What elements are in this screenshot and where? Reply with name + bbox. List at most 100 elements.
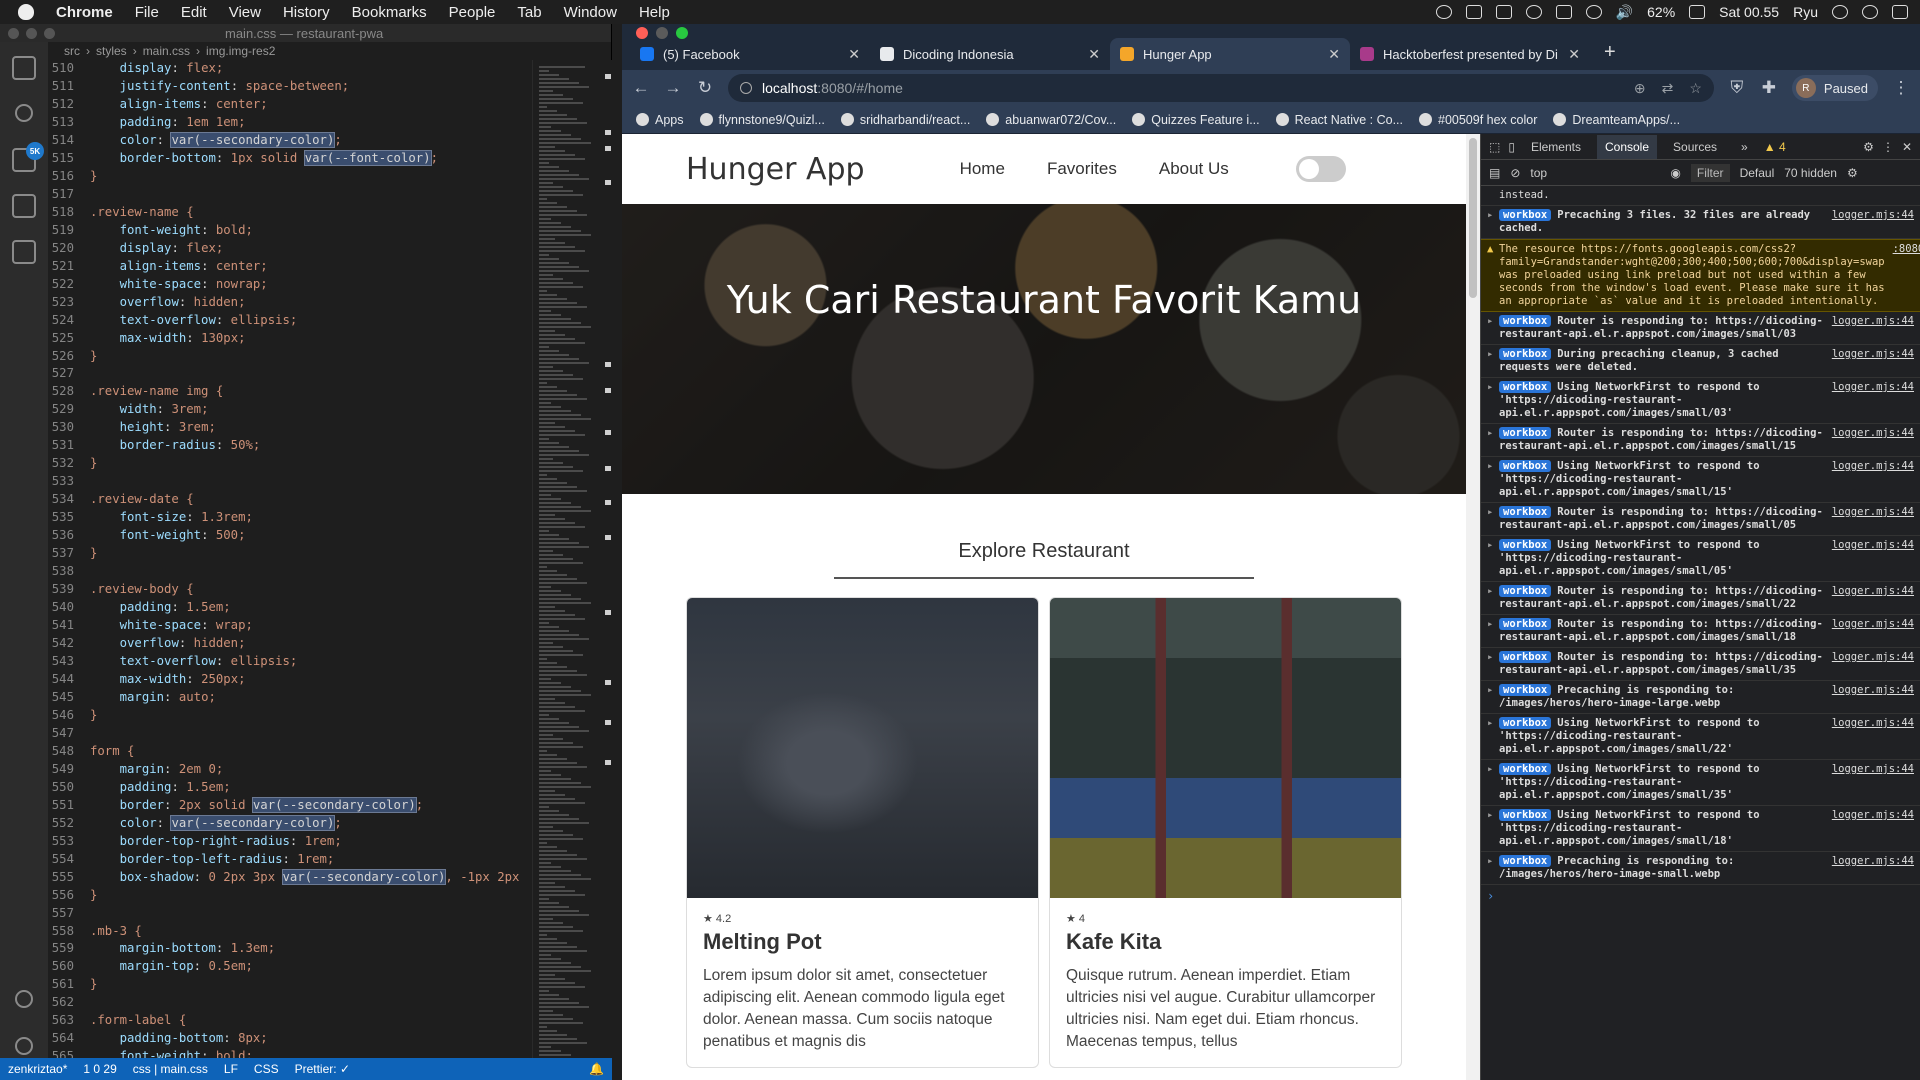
menu-people[interactable]: People [449,4,496,21]
source-link[interactable]: logger.mjs:44 [1832,618,1914,644]
battery-percent[interactable]: 62% [1647,4,1675,20]
user-name[interactable]: Ryu [1793,4,1818,20]
code-line[interactable]: 535 font-size: 1.3rem; [48,509,532,527]
address-bar[interactable]: localhost:8080/#/home ⊕ ⇄ ☆ [728,74,1714,102]
console-message[interactable]: ▸ workbox Using NetworkFirst to respond to… [1481,457,1920,503]
expand-triangle-icon[interactable]: ▸ [1487,381,1499,420]
console-message[interactable]: ▸ workbox Using NetworkFirst to respond to… [1481,378,1920,424]
theme-toggle[interactable] [1296,156,1346,182]
source-link[interactable]: logger.mjs:44 [1832,763,1914,802]
keyboard-icon[interactable] [1555,5,1572,19]
code-line[interactable]: 513 padding: 1em 1em; [48,114,532,132]
tab-sources[interactable]: Sources [1665,135,1725,159]
code-line[interactable]: 558 .mb-3 { [48,923,532,941]
console-message[interactable]: instead. [1481,186,1920,206]
console-message[interactable]: ▸ workbox Router is responding to: https:/… [1481,424,1920,457]
source-link[interactable]: logger.mjs:44 [1832,460,1914,499]
close-tab-icon[interactable]: ✕ [1328,46,1340,63]
bookmark-item[interactable]: sridharbandi/react... [840,113,970,127]
console-message[interactable]: ▸ workbox Precaching is responding to: /im… [1481,852,1920,885]
source-link[interactable]: logger.mjs:44 [1832,348,1914,374]
code-line[interactable]: 519 font-weight: bold; [48,222,532,240]
code-line[interactable]: 562 [48,994,532,1012]
shield-extension-icon[interactable]: ⛨ [1728,78,1746,98]
restaurant-card[interactable]: ★ 4 Kafe Kita Quisque rutrum. Aenean imp… [1049,597,1402,1068]
extensions-icon[interactable] [12,240,36,264]
sidebar-toggle-icon[interactable]: ▤ [1489,166,1500,180]
eol-indicator[interactable]: LF [224,1062,238,1076]
menu-app-name[interactable]: Chrome [56,4,113,21]
expand-triangle-icon[interactable]: ▸ [1487,348,1499,374]
bookmark-item[interactable]: #00509f hex color [1419,113,1537,127]
warning-count[interactable]: ▲ 4 [1764,140,1786,154]
code-line[interactable]: 547 [48,725,532,743]
code-line[interactable]: 531 border-radius: 50%; [48,437,532,455]
siri-icon[interactable] [1862,5,1878,19]
page-scrollbar[interactable] [1466,134,1480,1080]
code-line[interactable]: 550 padding: 1.5em; [48,779,532,797]
site-info-icon[interactable] [740,82,752,94]
close-tab-icon[interactable]: ✕ [848,46,860,63]
bookmark-star-icon[interactable]: ☆ [1689,80,1702,97]
settings-gear-icon[interactable]: ⚙ [1847,166,1858,180]
close-icon[interactable]: ✕ [1902,140,1912,154]
console-message[interactable]: ▸ workbox Router is responding to: https:/… [1481,503,1920,536]
menu-help[interactable]: Help [639,4,670,21]
breadcrumb-item[interactable]: styles [96,44,127,58]
profile-button[interactable]: R Paused [1791,75,1878,101]
code-line[interactable]: 554 border-top-left-radius: 1rem; [48,851,532,869]
code-line[interactable]: 561} [48,976,532,994]
account-icon[interactable] [15,990,33,1008]
source-link[interactable]: logger.mjs:44 [1832,585,1914,611]
menu-file[interactable]: File [135,4,159,21]
log-level-select[interactable]: Defaul [1740,166,1775,180]
console-output[interactable]: instead. ▸ workbox Precaching 3 files. 32 f… [1481,186,1920,1080]
bookmark-item[interactable]: abuanwar072/Cov... [986,113,1116,127]
code-line[interactable]: 546} [48,707,532,725]
menu-edit[interactable]: Edit [181,4,207,21]
source-link[interactable]: logger.mjs:44 [1832,717,1914,756]
menu-view[interactable]: View [229,4,261,21]
menu-window[interactable]: Window [564,4,617,21]
control-center-icon[interactable] [1892,5,1908,19]
source-link[interactable]: logger.mjs:44 [1832,381,1914,420]
menu-history[interactable]: History [283,4,330,21]
forward-icon[interactable]: → [664,78,682,98]
code-line[interactable]: 543 text-overflow: ellipsis; [48,653,532,671]
breadcrumb-item[interactable]: main.css [143,44,190,58]
code-line[interactable]: 537} [48,545,532,563]
wifi-icon[interactable] [1435,5,1452,19]
source-link[interactable]: logger.mjs:44 [1832,539,1914,578]
source-link[interactable]: logger.mjs:44 [1832,684,1914,710]
translate-icon[interactable]: ⇄ [1662,80,1674,97]
console-message[interactable]: ▸ workbox Using NetworkFirst to respond to… [1481,806,1920,852]
bookmark-item[interactable]: Quizzes Feature i... [1132,113,1260,127]
expand-triangle-icon[interactable]: ▸ [1487,717,1499,756]
brand-logo[interactable]: Hunger App [686,152,865,187]
nav-home[interactable]: Home [960,159,1005,179]
search-icon[interactable] [15,104,33,122]
expand-triangle-icon[interactable] [1487,189,1499,202]
nav-favorites[interactable]: Favorites [1047,159,1117,179]
code-line[interactable]: 518 .review-name { [48,204,532,222]
bookmark-item[interactable]: DreamteamApps/... [1553,113,1680,127]
code-line[interactable]: 530 height: 3rem; [48,419,532,437]
spotlight-icon[interactable] [1832,5,1848,19]
expand-triangle-icon[interactable]: ▸ [1487,427,1499,453]
code-line[interactable]: 565 font-weight: bold; [48,1048,532,1058]
tab-console[interactable]: Console [1596,134,1658,159]
console-message[interactable]: ▸ workbox Precaching is responding to: /im… [1481,681,1920,714]
extensions-puzzle-icon[interactable]: ✚ [1760,78,1778,98]
bookmark-item[interactable]: flynnstone9/Quizl... [699,113,825,127]
clear-console-icon[interactable]: ⊘ [1510,166,1520,180]
console-message[interactable]: ▸ workbox Using NetworkFirst to respond to… [1481,714,1920,760]
more-tabs[interactable]: » [1733,135,1756,159]
code-line[interactable]: 557 [48,905,532,923]
breadcrumb-item[interactable]: img.img-res2 [206,44,275,58]
code-line[interactable]: 534 .review-date { [48,491,532,509]
restaurant-card[interactable]: ★ 4.2 Melting Pot Lorem ipsum dolor sit … [686,597,1039,1068]
menu-tab[interactable]: Tab [517,4,541,21]
volume-icon[interactable]: 🔊 [1616,4,1633,21]
expand-triangle-icon[interactable]: ▸ [1487,506,1499,532]
close-button[interactable] [8,27,19,39]
